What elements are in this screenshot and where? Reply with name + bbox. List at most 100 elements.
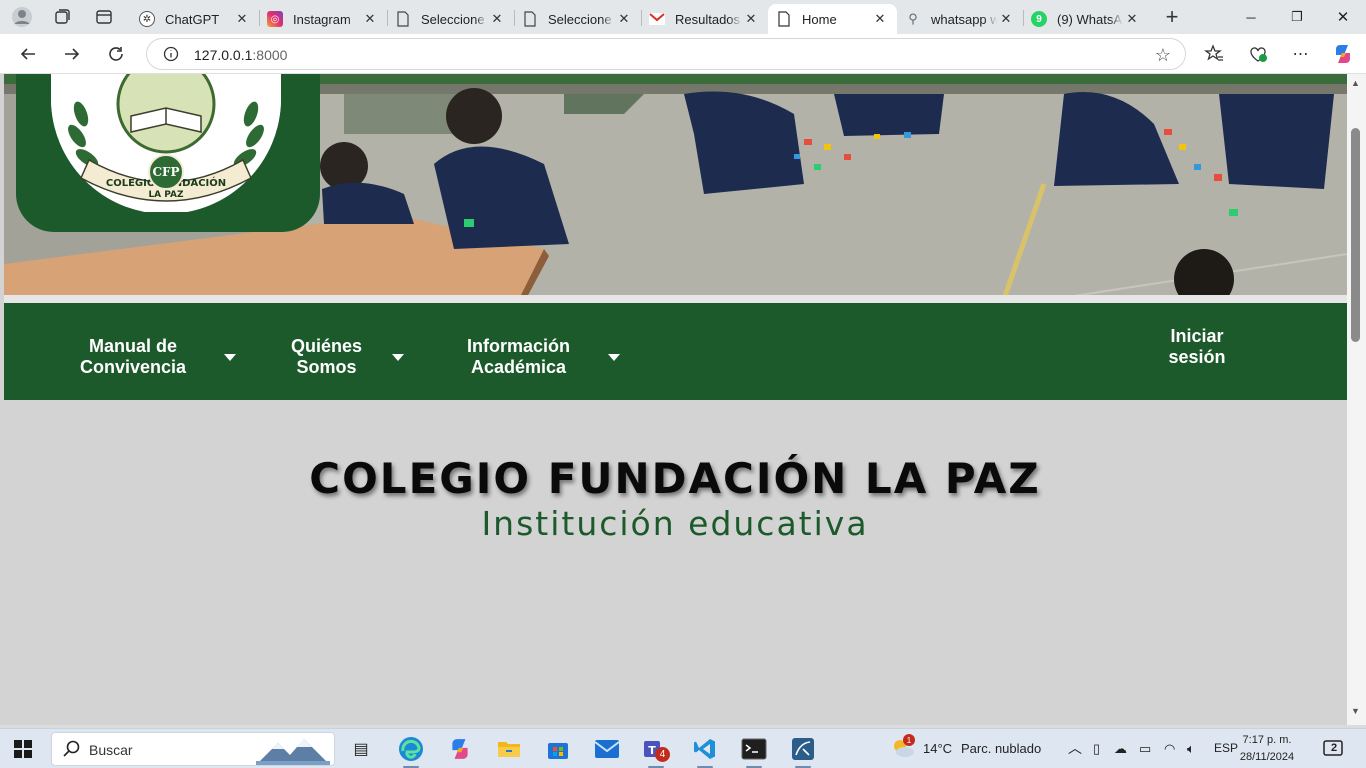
wifi-icon[interactable]: ◠ [1164,741,1175,757]
tab-title: whatsapp w [931,11,997,27]
minimize-icon[interactable]: ─ [1228,0,1274,34]
nav-label: Manual de Convivencia [80,336,187,377]
chevron-down-icon [224,353,237,361]
battery-icon[interactable]: ▭ [1139,741,1151,757]
favorite-star-icon[interactable]: ☆ [1155,45,1171,66]
weather-temperature[interactable]: 14°C [923,741,952,756]
weather-description[interactable]: Parc. nublado [961,741,1041,756]
close-tab-icon[interactable]: ✕ [361,11,379,27]
weather-badge: 1 [903,734,915,746]
gmail-icon [649,11,665,27]
clock-time: 7:17 p. m. [1242,734,1292,746]
tab-whatsapp-search[interactable]: ⚲ whatsapp w ✕ [897,4,1023,34]
scroll-down-icon[interactable]: ▼ [1351,706,1360,716]
site-info-icon[interactable] [163,46,179,67]
task-view-icon[interactable]: ▤ [345,733,377,765]
instagram-icon: ◎ [267,11,283,27]
nav-label: Quiénes Somos [291,336,363,377]
close-tab-icon[interactable]: ✕ [615,11,633,27]
tab-title: Resultados c [675,11,742,27]
teams-badge: 4 [655,747,670,762]
nav-quienes-somos[interactable]: Quiénes Somos [291,336,405,378]
edge-icon[interactable] [395,733,427,768]
tab-title: Home [802,11,837,27]
windows-start-icon[interactable] [14,740,32,763]
close-tab-icon[interactable]: ✕ [997,11,1015,27]
forward-icon[interactable] [58,40,86,68]
language-indicator[interactable]: ESP [1214,741,1238,755]
close-tab-icon[interactable]: ✕ [742,11,760,27]
back-icon[interactable] [14,40,42,68]
tab-seleccione-2[interactable]: Seleccione p ✕ [514,4,641,34]
new-tab-icon[interactable]: + [1160,4,1184,29]
tab-title: Seleccione p [548,11,615,27]
close-tab-icon[interactable]: ✕ [1123,11,1141,27]
logo-monogram: CFP [148,154,184,190]
tab-seleccione-1[interactable]: Seleccione e ✕ [387,4,514,34]
login-link[interactable]: Iniciar sesión [1154,326,1240,368]
school-logo[interactable]: COLEGIO FUNDACIÓN LA PAZ CFP [51,74,281,214]
close-tab-icon[interactable]: ✕ [488,11,506,27]
more-options-icon[interactable]: ⋯ [1287,40,1315,68]
chatgpt-icon: ✲ [139,11,155,27]
taskbar-search[interactable]: Buscar [51,732,335,766]
tab-gmail[interactable]: Resultados c ✕ [641,4,768,34]
chevron-down-icon [608,353,621,361]
tab-title: (9) WhatsAp [1057,11,1123,27]
vscode-icon[interactable] [689,733,721,768]
tab-title: Seleccione e [421,11,488,27]
reload-icon[interactable] [102,40,130,68]
browser-essentials-icon[interactable] [1244,40,1272,68]
page-subtitle: Institución educativa [481,504,869,543]
nav-label: Información Académica [467,336,571,377]
profile-icon[interactable] [10,5,34,29]
main-navigation: Manual de Convivencia Quiénes Somos Inform… [4,303,1347,400]
copilot-app-icon[interactable] [444,733,476,765]
database-workbench-icon[interactable] [787,733,819,768]
system-clock[interactable]: 7:17 p. m. 28/11/2024 [1236,732,1298,766]
search-icon [63,740,80,762]
workspaces-icon[interactable] [50,5,74,29]
restore-icon[interactable]: ❐ [1274,0,1320,34]
whatsapp-icon: 9 [1031,11,1047,27]
devices-icon[interactable]: ▯ [1093,741,1100,757]
favorites-icon[interactable] [1200,40,1228,68]
page-title: COLEGIO FUNDACIÓN LA PAZ [309,454,1041,503]
notifications-icon[interactable]: 2 [1323,739,1345,764]
notifications-count: 2 [1331,742,1338,754]
scrollbar-thumb[interactable] [1351,128,1360,342]
mail-icon[interactable] [591,733,623,765]
page-icon [395,11,411,27]
clock-date: 28/11/2024 [1239,751,1295,763]
search-icon: ⚲ [908,11,918,26]
file-explorer-icon[interactable] [493,733,525,765]
page-scrollbar[interactable]: ▲ ▼ [1347,74,1366,725]
close-tab-icon[interactable]: ✕ [233,11,251,27]
page-viewport: COLEGIO FUNDACIÓN LA PAZ CFP Manual de Co… [0,74,1350,725]
url-text: 127.0.0.1:8000 [194,47,288,63]
terminal-icon[interactable] [738,733,770,768]
chevron-up-icon[interactable]: ︿ [1068,738,1082,758]
volume-icon[interactable]: 🔈︎ [1187,741,1195,757]
cloud-sync-icon[interactable]: ☁ [1114,741,1127,757]
windows-taskbar: Buscar ▤ T 4 1 14°C Parc. nublado ︿ ▯ ☁ … [0,728,1366,768]
browser-toolbar: 127.0.0.1:8000 ☆ ⋯ [0,34,1366,74]
weather-icon[interactable]: 1 [890,734,916,765]
microsoft-store-icon[interactable] [542,733,574,765]
scroll-up-icon[interactable]: ▲ [1351,78,1360,88]
chevron-down-icon [392,353,405,361]
tab-instagram[interactable]: ◎ Instagram ✕ [259,4,387,34]
tab-chatgpt[interactable]: ✲ ChatGPT ✕ [131,4,259,34]
address-bar[interactable]: 127.0.0.1:8000 ☆ [146,38,1186,70]
tab-home[interactable]: Home ✕ [768,4,897,34]
tab-whatsapp[interactable]: 9 (9) WhatsAp ✕ [1023,4,1149,34]
nav-informacion-academica[interactable]: Información Académica [467,336,621,378]
close-tab-icon[interactable]: ✕ [871,11,889,27]
copilot-icon[interactable] [1329,40,1357,68]
nav-manual-convivencia[interactable]: Manual de Convivencia [80,336,237,378]
search-highlight-image [256,739,330,765]
page-icon [776,11,792,27]
teams-icon[interactable]: T 4 [640,733,672,768]
close-window-icon[interactable]: ✕ [1320,0,1366,34]
tab-actions-icon[interactable] [92,5,116,29]
